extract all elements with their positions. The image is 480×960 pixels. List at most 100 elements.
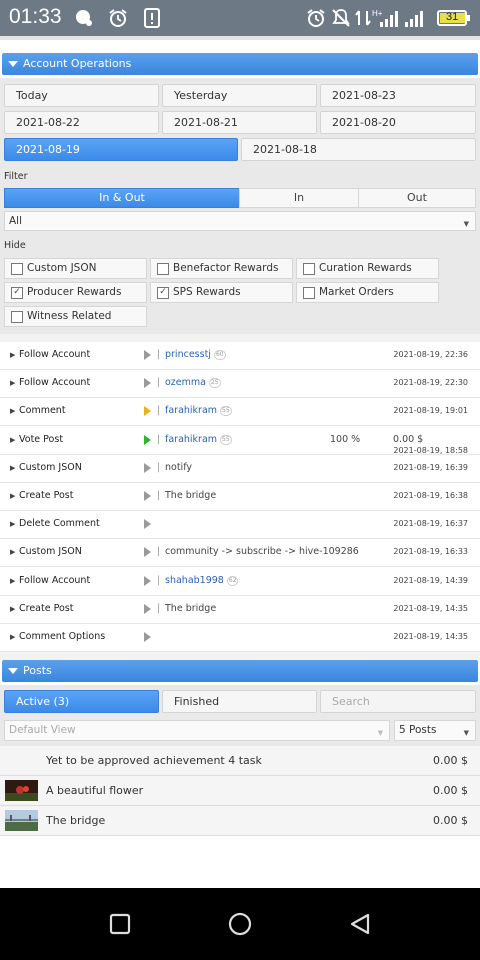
direction-play-icon: [144, 350, 151, 360]
checkbox-label: Curation Rewards: [319, 262, 412, 274]
direction-play-icon: [144, 632, 151, 642]
hide-benefactor-rewards-checkbox[interactable]: Benefactor Rewards: [150, 258, 293, 279]
operation-row[interactable]: ▶ Comment Options 2021-08-19, 14:35: [0, 624, 480, 652]
date-button-2021-08-19[interactable]: 2021-08-19: [4, 138, 238, 161]
expand-arrow-icon[interactable]: ▶: [10, 351, 15, 359]
hide-sps-rewards-checkbox[interactable]: ✓ SPS Rewards: [150, 282, 293, 303]
operation-row[interactable]: ▶ Follow Account | shahab1998 62 2021-08-19, …: [0, 567, 480, 596]
posts-search-input[interactable]: Search: [320, 690, 476, 713]
operation-type: Vote Post: [19, 433, 64, 445]
expand-arrow-icon[interactable]: ▶: [10, 548, 15, 556]
recents-icon[interactable]: [109, 913, 131, 935]
expand-arrow-icon[interactable]: ▶: [10, 379, 15, 387]
filter-tab-out[interactable]: Out: [358, 188, 476, 208]
status-bar: 01:33 H+ 31: [0, 0, 480, 36]
expand-arrow-icon[interactable]: ▶: [10, 407, 15, 415]
posts-header[interactable]: Posts: [2, 660, 478, 682]
posts-count-select[interactable]: 5 Posts ▼: [394, 720, 476, 741]
signal-icon-2: [405, 11, 423, 27]
operation-detail: community -> subscribe -> hive-109286: [165, 546, 359, 557]
expand-arrow-icon[interactable]: ▶: [10, 464, 15, 472]
operation-time: 2021-08-19, 14:35: [393, 632, 468, 641]
direction-play-icon: [144, 519, 151, 530]
operation-time: 2021-08-19, 16:39: [393, 462, 468, 472]
operation-time: 2021-08-19, 16:37: [393, 519, 468, 529]
collapse-triangle-icon: [8, 61, 18, 67]
operation-row[interactable]: ▶ Create Post | The bridge 2021-08-19, 14:35: [0, 595, 480, 624]
checkbox-icon: [303, 263, 315, 275]
filter-tab-in[interactable]: In: [239, 188, 359, 208]
expand-arrow-icon[interactable]: ▶: [10, 492, 15, 500]
post-thumbnail-flower[interactable]: [5, 780, 38, 801]
hide-witness-related-checkbox[interactable]: Witness Related: [4, 306, 147, 327]
hide-market-orders-checkbox[interactable]: Market Orders: [296, 282, 439, 303]
expand-arrow-icon[interactable]: ▶: [10, 633, 15, 641]
account-operations-header[interactable]: Account Operations: [2, 53, 478, 75]
date-button-2021-08-22[interactable]: 2021-08-22: [4, 111, 159, 134]
sim-alert-icon: [144, 8, 160, 28]
checkbox-label: Witness Related: [27, 310, 112, 322]
operation-row[interactable]: ▶ Delete Comment 2021-08-19, 16:37: [0, 511, 480, 540]
data-transfer-icon: [355, 10, 371, 26]
post-row[interactable]: Yet to be approved achievement 4 task 0.…: [0, 746, 480, 776]
operation-detail[interactable]: farahikram 55: [165, 405, 232, 417]
operation-row[interactable]: ▶ Vote Post | farahikram 55 100 % 0.00 $2021-0…: [0, 426, 480, 455]
direction-play-icon: [144, 575, 151, 586]
expand-arrow-icon[interactable]: ▶: [10, 520, 15, 528]
filter-select[interactable]: All ▼: [4, 211, 476, 231]
date-button-2021-08-18[interactable]: 2021-08-18: [241, 138, 476, 161]
post-row[interactable]: The bridge 0.00 $: [0, 806, 480, 836]
operation-detail-text: The bridge: [165, 602, 217, 614]
post-payout: 0.00 $: [433, 814, 468, 827]
post-payout: 0.00 $: [433, 754, 468, 767]
expand-arrow-icon[interactable]: ▶: [10, 605, 15, 613]
hide-producer-rewards-checkbox[interactable]: ✓ Producer Rewards: [4, 282, 147, 303]
home-icon[interactable]: [228, 912, 252, 936]
operation-type: Comment: [19, 405, 66, 417]
checkbox-label: Benefactor Rewards: [173, 262, 279, 274]
operation-time: 2021-08-19, 19:01: [393, 406, 468, 416]
operation-detail[interactable]: farahikram 55: [165, 434, 232, 445]
checkbox-label: Producer Rewards: [27, 286, 122, 298]
operation-type: Follow Account: [19, 377, 91, 389]
date-button-yesterday[interactable]: Yesterday: [162, 84, 317, 107]
filter-tab-in-out[interactable]: In & Out: [4, 188, 240, 208]
hide-custom-json-checkbox[interactable]: Custom JSON: [4, 258, 147, 279]
operation-row[interactable]: ▶ Follow Account | ozemma 25 2021-08-19, 22:3…: [0, 370, 480, 399]
direction-play-icon: [144, 406, 151, 417]
operation-row[interactable]: ▶ Follow Account | princesstj 60 2021-08-19, …: [0, 342, 480, 370]
operation-detail: The bridge: [165, 490, 216, 501]
date-button-2021-08-20[interactable]: 2021-08-20: [320, 111, 476, 134]
hide-curation-rewards-checkbox[interactable]: Curation Rewards: [296, 258, 439, 279]
posts-view-select[interactable]: Default View ▼: [4, 720, 390, 741]
operation-time: 2021-08-19, 22:30: [393, 378, 468, 388]
posts-tab-active[interactable]: Active (3): [4, 690, 159, 713]
filter-label: Filter: [4, 171, 28, 182]
operation-detail[interactable]: shahab1998 62: [165, 574, 239, 586]
expand-arrow-icon[interactable]: ▶: [10, 577, 15, 585]
battery-level: 31: [446, 11, 459, 23]
operation-row[interactable]: ▶ Comment | farahikram 55 2021-08-19, 19:01: [0, 398, 480, 427]
expand-arrow-icon[interactable]: ▶: [10, 436, 15, 444]
date-button-2021-08-21[interactable]: 2021-08-21: [162, 111, 317, 134]
reputation-badge: 25: [208, 378, 221, 389]
operation-type: Delete Comment: [19, 518, 100, 530]
post-row[interactable]: A beautiful flower 0.00 $: [0, 776, 480, 806]
pin-notification-icon: [76, 10, 92, 26]
operation-detail-text: community -> subscribe -> hive-109286: [165, 546, 359, 558]
separator: |: [157, 602, 161, 614]
date-button-today[interactable]: Today: [4, 84, 159, 107]
operation-detail-text: shahab1998: [165, 574, 224, 586]
back-icon[interactable]: [348, 912, 372, 936]
operation-time: 2021-08-19, 16:38: [393, 491, 468, 500]
operation-detail[interactable]: princesstj 60: [165, 349, 226, 360]
direction-play-icon: [144, 378, 151, 389]
post-thumbnail-bridge[interactable]: [5, 810, 38, 831]
operation-row[interactable]: ▶ Custom JSON | community -> subscribe -> h…: [0, 539, 480, 568]
operation-row[interactable]: ▶ Custom JSON | notify 2021-08-19, 16:39: [0, 454, 480, 483]
date-button-2021-08-23[interactable]: 2021-08-23: [320, 84, 476, 107]
operation-detail[interactable]: ozemma 25: [165, 377, 221, 389]
posts-tab-finished[interactable]: Finished: [162, 690, 317, 713]
checkbox-icon: [11, 263, 23, 275]
operation-row[interactable]: ▶ Create Post | The bridge 2021-08-19, 16:38: [0, 483, 480, 511]
